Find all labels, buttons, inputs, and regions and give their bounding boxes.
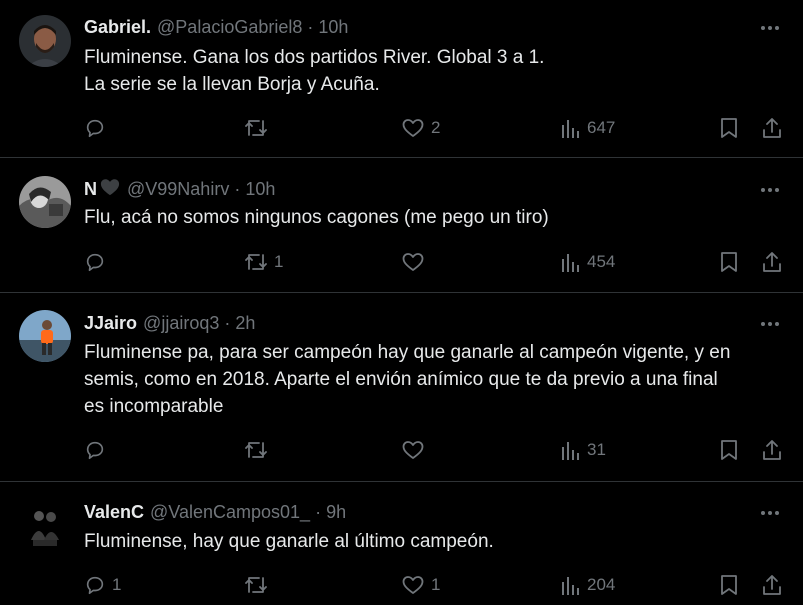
reply-button[interactable] — [84, 115, 112, 141]
black-heart-icon — [99, 177, 121, 202]
separator-dot: · — [307, 17, 314, 37]
timestamp[interactable]: 9h — [326, 501, 346, 523]
retweet-button[interactable] — [244, 572, 274, 598]
like-icon — [401, 251, 425, 273]
reply-icon — [84, 574, 106, 596]
user-handle[interactable]: @jjairoq3 — [143, 312, 219, 334]
tweet-header: N @V99Nahirv · 10h — [84, 178, 275, 200]
tweet-text-line: Fluminense, hay que ganarle al último ca… — [84, 531, 494, 552]
retweet-icon — [244, 251, 268, 273]
retweet-icon — [244, 439, 268, 461]
tweet-valenc[interactable]: ValenC @ValenCampos01_ · 9h Fluminense, … — [0, 482, 803, 605]
views-button[interactable]: 204 — [561, 572, 615, 598]
views-count: 204 — [587, 575, 616, 594]
views-count: 31 — [587, 440, 606, 459]
tweet-jjairo[interactable]: JJairo @jjairoq3 · 2h Fluminense pa, par… — [0, 293, 803, 482]
share-icon[interactable] — [761, 115, 783, 141]
timestamp[interactable]: 2h — [235, 312, 255, 334]
tweet-text-line: Fluminense pa, para ser campeón hay que … — [84, 342, 731, 363]
reply-icon — [84, 251, 106, 273]
like-button[interactable] — [401, 437, 431, 463]
more-icon[interactable] — [759, 17, 781, 39]
views-button[interactable]: 31 — [561, 437, 606, 463]
action-bar: 31 — [0, 437, 803, 463]
avatar-jjairo[interactable] — [19, 310, 71, 362]
share-icon[interactable] — [761, 437, 783, 463]
like-icon — [401, 574, 425, 596]
tweet-header: JJairo @jjairoq3 · 2h — [84, 312, 255, 334]
tweet-text-line: Fluminense. Gana los dos partidos River.… — [84, 47, 545, 68]
views-button[interactable]: 454 — [561, 249, 615, 275]
avatar-valenc[interactable] — [19, 500, 71, 552]
tweet-text-line: es incomparable — [84, 396, 224, 417]
views-count: 454 — [587, 252, 616, 271]
tweet-text-line: La serie se la llevan Borja y Acuña. — [84, 74, 380, 95]
tweet-text: Fluminense, hay que ganarle al último ca… — [84, 528, 784, 555]
tweet-n[interactable]: N @V99Nahirv · 10h Flu, acá no somos nin… — [0, 158, 803, 293]
user-handle[interactable]: @ValenCampos01_ — [150, 501, 310, 523]
display-name[interactable]: Gabriel. — [84, 16, 151, 38]
display-name[interactable]: N — [84, 178, 97, 200]
share-icon[interactable] — [761, 572, 783, 598]
action-bar: 2 647 — [0, 115, 803, 141]
like-icon — [401, 439, 425, 461]
user-handle[interactable]: @V99Nahirv — [127, 178, 229, 200]
like-icon — [401, 117, 425, 139]
more-icon[interactable] — [759, 179, 781, 201]
tweet-text-line: semis, como en 2018. Aparte el envión an… — [84, 369, 718, 390]
action-bar: 1 454 — [0, 249, 803, 275]
like-button[interactable]: 1 — [401, 572, 440, 598]
tweet-text: Fluminense pa, para ser campeón hay que … — [84, 339, 784, 420]
tweet-header: ValenC @ValenCampos01_ · 9h — [84, 501, 346, 523]
avatar-gabriel[interactable] — [19, 15, 71, 67]
separator-dot: · — [234, 179, 241, 199]
tweet-text: Flu, acá no somos ningunos cagones (me p… — [84, 204, 784, 231]
user-handle[interactable]: @PalacioGabriel8 — [157, 16, 302, 38]
tweet-gabriel[interactable]: Gabriel. @PalacioGabriel8 · 10h Fluminen… — [0, 0, 803, 158]
retweet-button[interactable] — [244, 115, 274, 141]
reply-button[interactable] — [84, 437, 112, 463]
retweet-button[interactable]: 1 — [244, 249, 283, 275]
reply-feed: Gabriel. @PalacioGabriel8 · 10h Fluminen… — [0, 0, 803, 605]
action-bar: 1 1 204 — [0, 572, 803, 598]
views-button[interactable]: 647 — [561, 115, 615, 141]
more-icon[interactable] — [759, 502, 781, 524]
like-button[interactable]: 2 — [401, 115, 440, 141]
reply-button[interactable] — [84, 249, 112, 275]
retweet-button[interactable] — [244, 437, 274, 463]
tweet-text: Fluminense. Gana los dos partidos River.… — [84, 44, 784, 98]
bookmark-icon[interactable] — [719, 437, 739, 463]
reply-count: 1 — [112, 575, 122, 594]
retweet-count: 1 — [274, 252, 284, 271]
reply-icon — [84, 117, 106, 139]
reply-button[interactable]: 1 — [84, 572, 121, 598]
views-count: 647 — [587, 118, 616, 137]
views-icon — [561, 574, 581, 596]
bookmark-icon[interactable] — [719, 572, 739, 598]
separator-dot: · — [315, 502, 322, 522]
like-button[interactable] — [401, 249, 431, 275]
separator-dot: · — [224, 313, 231, 333]
display-name[interactable]: ValenC — [84, 501, 144, 523]
retweet-icon — [244, 117, 268, 139]
reply-icon — [84, 439, 106, 461]
views-icon — [561, 251, 581, 273]
more-icon[interactable] — [759, 313, 781, 335]
like-count: 2 — [431, 118, 441, 137]
tweet-header: Gabriel. @PalacioGabriel8 · 10h — [84, 16, 348, 38]
timestamp[interactable]: 10h — [318, 16, 348, 38]
views-icon — [561, 439, 581, 461]
display-name[interactable]: JJairo — [84, 312, 137, 334]
views-icon — [561, 117, 581, 139]
share-icon[interactable] — [761, 249, 783, 275]
bookmark-icon[interactable] — [719, 249, 739, 275]
timestamp[interactable]: 10h — [245, 178, 275, 200]
tweet-text-line: Flu, acá no somos ningunos cagones (me p… — [84, 207, 549, 228]
avatar-n[interactable] — [19, 176, 71, 228]
retweet-icon — [244, 574, 268, 596]
bookmark-icon[interactable] — [719, 115, 739, 141]
like-count: 1 — [431, 575, 441, 594]
